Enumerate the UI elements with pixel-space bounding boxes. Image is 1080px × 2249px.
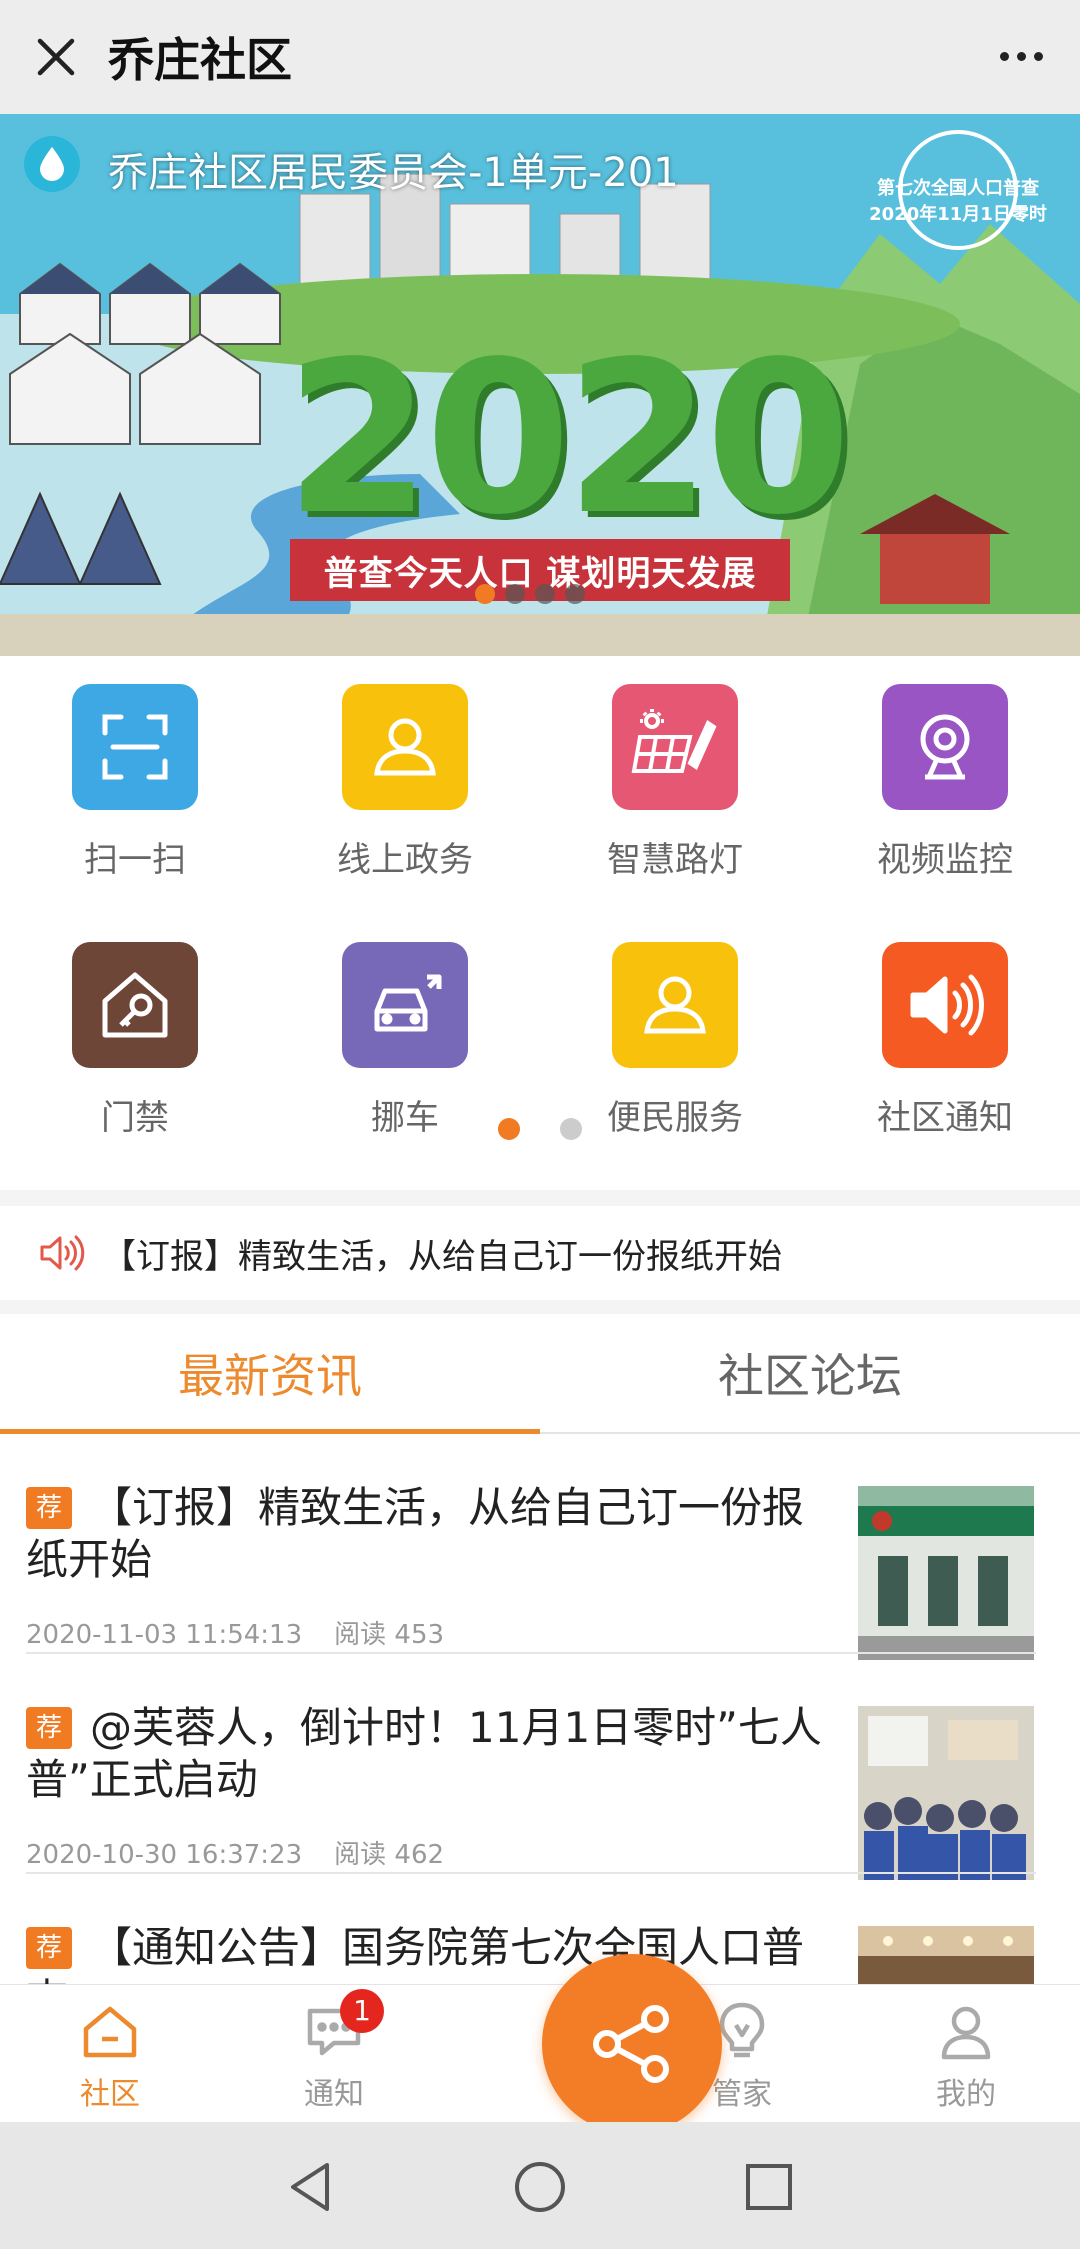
service-convenience[interactable]: 便民服务 [540,914,810,1138]
notice-text: 【订报】精致生活，从给自己订一份报纸开始 [102,1236,782,1277]
top-bar: 乔庄社区 [0,0,1080,114]
move-car-icon [342,942,468,1068]
services-pager [0,1118,1080,1140]
notice-ticker[interactable]: 【订报】精致生活，从给自己订一份报纸开始 [0,1206,1080,1300]
service-label: 智慧路灯 [607,840,743,880]
service-video[interactable]: 视频监控 [810,656,1080,880]
nav-notifications[interactable]: 1 通知 [254,1985,414,2123]
home-icon [78,1999,142,2063]
news-thumbnail [858,1926,1034,1984]
news-reads: 阅读 462 [334,1840,445,1870]
news-meta: 2020-10-30 16:37:23 阅读 462 [26,1834,444,1871]
unread-badge: 1 [340,1989,384,2033]
recommend-badge: 荐 [26,1487,72,1529]
user-icon [934,1999,998,2063]
banner-dot[interactable] [565,584,585,604]
page-title: 乔庄社区 [108,33,292,87]
recommend-badge: 荐 [26,1707,72,1749]
webcam-icon [882,684,1008,810]
bottom-nav: 社区 1 通知 管家 我的 [0,1984,1080,2122]
news-reads: 阅读 453 [334,1620,445,1650]
service-access[interactable]: 门禁 [0,914,270,1138]
news-tabs: 最新资讯 社区论坛 [0,1314,1080,1434]
tab-latest-news[interactable]: 最新资讯 [0,1314,540,1434]
service-label: 视频监控 [877,840,1013,880]
service-smart-light[interactable]: 智慧路灯 [540,656,810,880]
more-icon[interactable] [986,26,1056,86]
nav-community[interactable]: 社区 [30,1985,190,2123]
census-banner[interactable]: 2020 普查今天人口 谋划明天发展 第七次全国人口普查 2020年11月1日零… [0,114,1080,656]
nav-label: 社区 [80,2077,140,2112]
news-meta: 2020-11-03 11:54:13 阅读 453 [26,1614,444,1651]
message-icon: 1 [302,1989,384,2063]
system-nav-bar [0,2122,1080,2249]
service-label: 线上政务 [337,840,473,880]
location-pin-icon[interactable] [24,136,80,192]
badge-line2: 2020年11月1日零时 [869,204,1047,225]
news-list: 荐【订报】精致生活，从给自己订一份报纸开始 2020-11-03 11:54:1… [0,1434,1080,1984]
solar-panel-icon [612,684,738,810]
news-thumbnail [858,1706,1034,1880]
service-online-gov[interactable]: 线上政务 [270,656,540,880]
house-key-icon [72,942,198,1068]
person-icon [342,684,468,810]
service-move-car[interactable]: 挪车 [270,914,540,1138]
banner-year: 2020 [285,316,851,561]
census-badge: 第七次全国人口普查 2020年11月1日零时 [868,126,1048,256]
banner-dot[interactable] [535,584,555,604]
list-item[interactable]: 荐 @芙蓉人，倒计时！11月1日零时”七人普”正式启动 2020-10-30 16… [26,1654,1036,1880]
news-title: 荐【通知公告】国务院第七次全国人口普查 [26,1922,826,1984]
home-circle-icon[interactable] [505,2152,575,2222]
nav-label: 我的 [936,2077,996,2112]
news-thumbnail [858,1486,1034,1660]
banner-pager [0,584,1070,604]
pager-dot[interactable] [498,1118,520,1140]
scan-icon [72,684,198,810]
service-notice[interactable]: 社区通知 [810,914,1080,1138]
speaker-icon [882,942,1008,1068]
news-title: 荐 @芙蓉人，倒计时！11月1日零时”七人普”正式启动 [26,1703,822,1804]
share-button[interactable] [542,1954,722,2134]
news-date: 2020-11-03 11:54:13 [26,1620,303,1650]
list-item[interactable]: 荐【订报】精致生活，从给自己订一份报纸开始 2020-11-03 11:54:1… [26,1434,1036,1660]
service-label: 扫一扫 [84,840,186,880]
services-grid: 扫一扫 线上政务 智慧路灯 视频监控 门禁 挪车 便民服务 社区通知 [0,656,1080,1190]
tab-forum[interactable]: 社区论坛 [540,1314,1080,1432]
banner-dot[interactable] [475,584,495,604]
service-scan[interactable]: 扫一扫 [0,656,270,880]
recommend-badge: 荐 [26,1927,72,1969]
badge-line1: 第七次全国人口普查 [877,178,1039,199]
pager-dot[interactable] [560,1118,582,1140]
news-title: 荐【订报】精致生活，从给自己订一份报纸开始 [26,1483,805,1584]
banner-dot[interactable] [505,584,525,604]
news-date: 2020-10-30 16:37:23 [26,1840,303,1870]
person-icon [612,942,738,1068]
nav-profile[interactable]: 我的 [886,1985,1046,2123]
list-item[interactable]: 荐【通知公告】国务院第七次全国人口普查 [26,1874,1036,1984]
speaker-icon [40,1235,85,1271]
back-icon[interactable] [276,2152,346,2222]
share-icon [593,2005,669,2083]
recents-icon[interactable] [734,2152,804,2222]
close-icon[interactable] [26,27,86,87]
location-label[interactable]: 乔庄社区居民委员会-1单元-201 [108,140,679,198]
nav-label: 通知 [304,2077,364,2112]
